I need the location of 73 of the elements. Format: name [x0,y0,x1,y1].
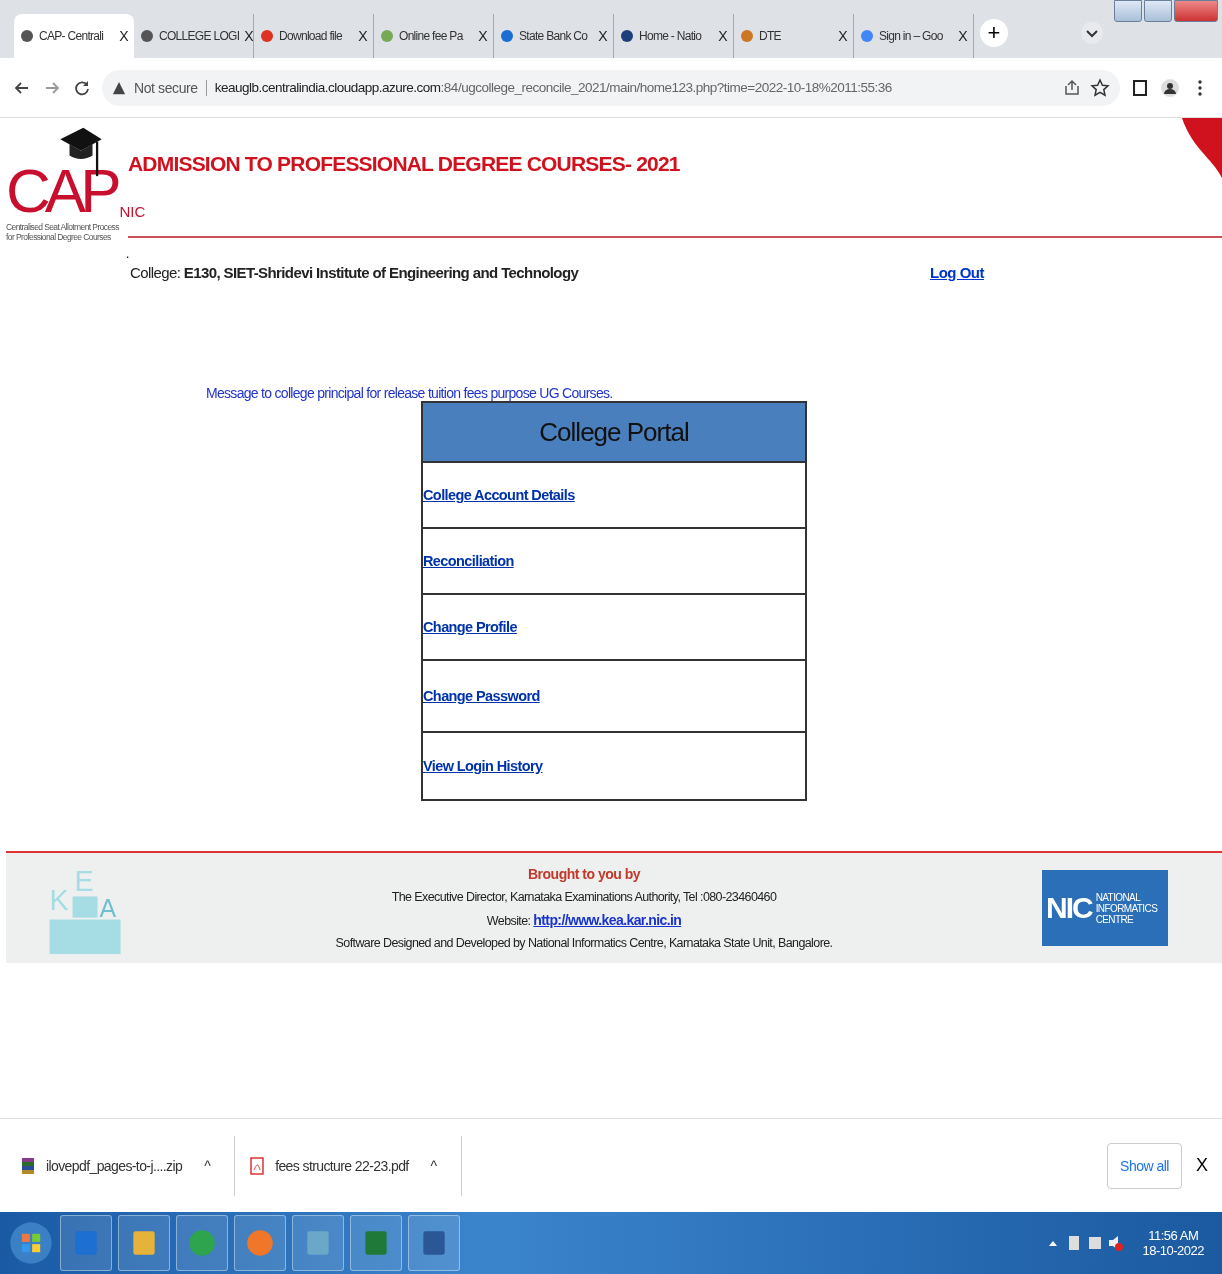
logo-caption: Centralised Seat Allotment Process [6,222,120,232]
college-info: College: E130, SIET-Shridevi Institute of Engineering and Technology [130,264,580,281]
favicon-icon [380,29,394,43]
portal-link[interactable]: View Login History [423,758,543,774]
website-label: Website: [486,914,531,928]
new-tab-button[interactable]: + [980,19,1008,47]
favicon-icon [860,29,874,43]
security-label: Not secure [134,79,207,96]
tab-title: Online fee Pa [399,29,465,43]
footer-heading: Brought to you by [527,866,640,882]
logo-text: NIC [1046,891,1092,925]
portal-link[interactable]: College Account Details [423,487,575,503]
logo-caption: for Professional Degree Courses [6,232,112,242]
dot-mark: . [126,248,131,260]
page-title: ADMISSION TO PROFESSIONAL DEGREE COURSES- 2021 [128,152,681,176]
tab-close-button[interactable]: X [838,28,847,44]
tab-title: CAP- Centrali [39,29,105,43]
clock-date: 18-10-2022 [1142,1243,1204,1258]
footer-text: The Executive Director, Karnataka Examinations Authority, Tel :080-23460460 [391,890,777,904]
tab-close-button[interactable]: X [958,28,967,44]
favicon-icon [740,29,754,43]
logo-text: CAP [6,160,116,222]
tab-close-button[interactable]: X [358,28,367,44]
portal-title: College Portal [423,403,805,463]
url-text: keauglb.centralindia.cloudapp.azure.com:84/ugcollege_reconcile_2021/main/home123.php?time=2022-10-18%2011:55:36 [214,80,892,95]
start-button[interactable] [8,1220,54,1266]
message-link[interactable]: Message to college principal for release tuition fees purpose UG Courses. [206,385,613,401]
warning-icon [112,80,126,95]
download-item[interactable]: ilovepdf_pages-to-j....zip ^ [20,1156,221,1175]
tab-title: COLLEGE LOGI [159,29,240,43]
star-icon[interactable] [1090,77,1110,98]
archive-icon [20,1156,36,1175]
portal-link[interactable]: Reconciliation [423,553,514,569]
sidebar-icon[interactable] [1130,77,1150,98]
taskbar-app-icon[interactable] [118,1215,170,1271]
taskbar-app-icon[interactable] [408,1215,460,1271]
show-all-button[interactable]: Show all [1107,1142,1182,1189]
tab-close-button[interactable]: X [119,28,128,44]
tab-title: DTE [759,29,782,43]
kea-logo: K E A [46,860,126,956]
logo-caption: NATIONAL [1095,891,1142,903]
website-link[interactable]: http://www.kea.kar.nic.in [533,912,682,928]
favicon-icon [500,29,514,43]
browser-tab[interactable]: CAP- Centrali X [14,14,134,58]
favicon-icon [20,29,34,43]
taskbar-app-icon[interactable] [350,1215,402,1271]
favicon-icon [620,29,634,43]
tab-search-icon[interactable] [1080,21,1104,45]
portal-link[interactable]: Change Password [423,688,540,704]
logo-subtext: NIC [119,203,146,220]
close-button[interactable]: X [1196,1155,1208,1176]
window-controls[interactable] [1114,0,1218,22]
portal-link[interactable]: Change Profile [423,619,517,635]
logo-caption: CENTRE [1095,913,1135,925]
logout-link[interactable]: Log Out [930,264,984,281]
tab-title: Sign in – Goo [879,29,944,43]
tab-close-button[interactable]: X [478,28,487,44]
tab-title: Download file [279,29,343,43]
pdf-icon [249,1156,266,1175]
tab-close-button[interactable]: X [244,28,254,44]
address-bar[interactable]: Not secure keauglb.centralindia.cloudapp.azure.com:84/ugcollege_reconcile_2021/main/home123.php?time=2022-10-18%2011:55:36 [102,69,1120,106]
download-item[interactable]: fees structure 22-23.pdf ^ [249,1156,447,1175]
share-icon[interactable] [1062,77,1082,98]
tab-title: Home - Natio [639,29,703,43]
footer-text: Software Designed and Developed by National Informatics Centre, Karnataka State Unit, Bangalore. [335,936,833,950]
logo-caption: INFORMATICS [1095,902,1158,914]
profile-icon[interactable] [1160,77,1180,98]
favicon-icon [260,29,274,43]
tab-close-button[interactable]: X [598,28,607,44]
tab-title: State Bank Co [519,29,589,43]
tab-close-button[interactable]: X [718,28,727,44]
clock-time: 11:56 AM [1148,1228,1199,1243]
favicon-icon [140,29,154,43]
